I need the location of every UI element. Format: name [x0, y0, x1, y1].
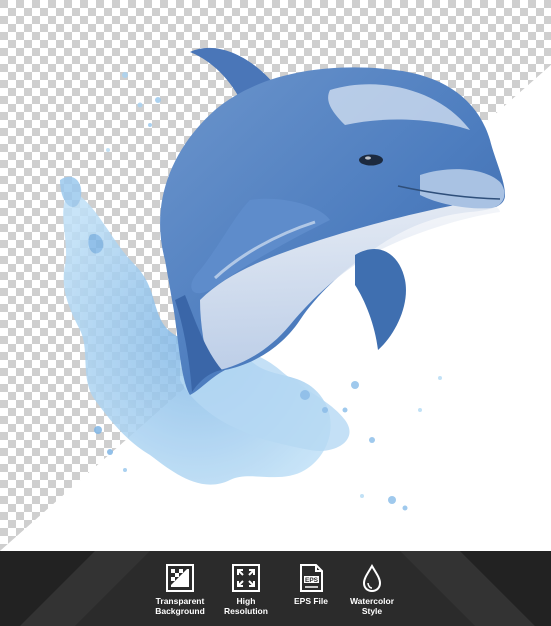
feature-label-line2: Style — [361, 606, 383, 616]
feature-label-line1: Watercolor — [349, 596, 395, 606]
dolphin-illustration — [0, 0, 551, 551]
expand-arrows-icon — [231, 563, 261, 593]
feature-list: Transparent Background High Resolution E… — [0, 551, 551, 626]
file-icon: EPS — [296, 563, 326, 593]
feature-label-line2: Resolution — [224, 606, 268, 616]
feature-watercolor-style: Watercolor Style — [332, 563, 412, 616]
feature-bar: Transparent Background High Resolution E… — [0, 551, 551, 626]
product-preview: Transparent Background High Resolution E… — [0, 0, 551, 626]
checker-square-icon — [165, 563, 195, 593]
eps-badge: EPS — [305, 577, 319, 584]
drop-icon — [357, 563, 387, 593]
